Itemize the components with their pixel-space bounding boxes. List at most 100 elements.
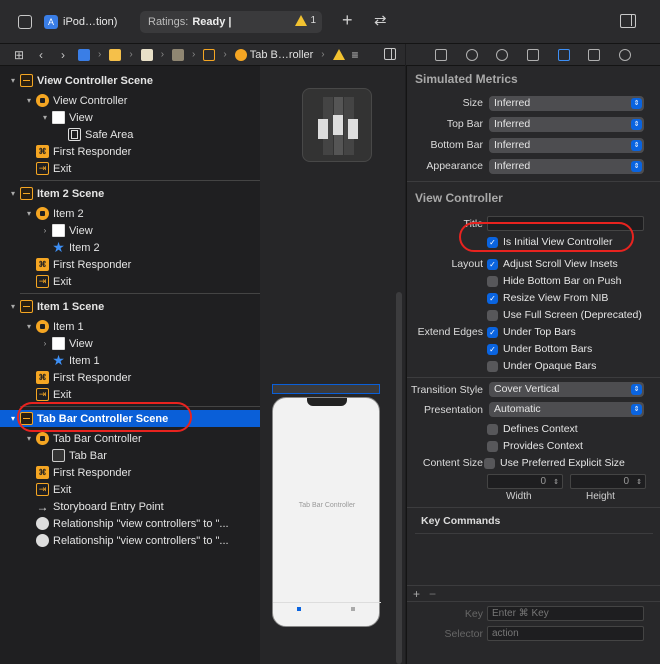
outline-row[interactable]: ⇥ Exit <box>0 160 260 177</box>
outline-row[interactable]: › View <box>0 335 260 352</box>
stepper-arrows-icon[interactable]: ⇕ <box>553 476 559 489</box>
disclosure-triangle-icon[interactable]: ▾ <box>24 434 34 443</box>
add-editor-icon[interactable] <box>384 48 396 60</box>
scene-icon[interactable] <box>203 48 216 61</box>
breadcrumb-label: Tab B…roller <box>249 48 314 61</box>
inspector-toggle-icon[interactable] <box>620 14 636 28</box>
under-bottom-bars-checkbox[interactable]: ✓ Under Bottom Bars <box>487 343 592 355</box>
breadcrumb-tab-bar-controller[interactable]: Tab B…roller <box>234 48 314 61</box>
outline-row[interactable]: ▾ View Controller Scene <box>0 72 260 89</box>
transition-style-select[interactable]: Cover Vertical ⇕ <box>489 382 644 397</box>
outline-row[interactable]: ▾ Item 2 Scene <box>0 185 260 202</box>
outline-row[interactable]: › View <box>0 222 260 239</box>
disclosure-triangle-icon[interactable]: ▾ <box>8 189 18 198</box>
outline-row-label: First Responder <box>53 466 132 479</box>
outline-row[interactable]: Safe Area <box>0 126 260 143</box>
history-inspector-icon[interactable] <box>465 48 478 61</box>
outline-row[interactable]: Relationship "view controllers" to "... <box>0 515 260 532</box>
scene-dock[interactable] <box>272 384 380 394</box>
outline-row[interactable]: ⌘ First Responder <box>0 464 260 481</box>
outline-row-label: First Responder <box>53 145 132 158</box>
disclosure-triangle-icon[interactable]: › <box>40 339 50 348</box>
scene-thumbnail[interactable] <box>302 88 372 162</box>
tab-item-1[interactable] <box>297 607 301 611</box>
help-inspector-icon[interactable] <box>496 48 509 61</box>
outline-row[interactable]: ▾ Item 2 <box>0 205 260 222</box>
tab-bar-controller-scene[interactable]: Tab Bar Controller <box>272 397 381 627</box>
stepper-arrows-icon[interactable]: ⇕ <box>636 476 642 489</box>
select-arrows-icon: ⇕ <box>631 140 642 151</box>
hide-bottom-bar-checkbox[interactable]: Hide Bottom Bar on Push <box>487 275 621 287</box>
outline-row[interactable]: ▾ View Controller <box>0 92 260 109</box>
outline-row[interactable]: Tab Bar <box>0 447 260 464</box>
under-top-bars-checkbox[interactable]: ✓ Under Top Bars <box>487 326 576 338</box>
key-field[interactable]: Enter ⌘ Key <box>487 606 644 621</box>
use-full-screen-checkbox[interactable]: Use Full Screen (Deprecated) <box>487 309 642 321</box>
back-button[interactable]: ‹ <box>34 48 48 62</box>
top-bar-select[interactable]: Inferred ⇕ <box>489 117 644 132</box>
editor-options-icon[interactable]: ≡ <box>348 48 362 62</box>
canvas-scrollbar[interactable] <box>396 292 402 664</box>
project-icon[interactable] <box>78 48 90 61</box>
storyboard-base-icon[interactable] <box>172 48 185 61</box>
connections-inspector-icon[interactable] <box>618 48 631 61</box>
tab-item-2[interactable] <box>351 607 355 611</box>
height-stepper[interactable]: 0 ⇕ <box>570 474 646 489</box>
file-inspector-icon[interactable] <box>435 48 448 61</box>
disclosure-triangle-icon[interactable]: ▾ <box>24 209 34 218</box>
storyboard-canvas[interactable]: Tab Bar Controller <box>260 66 405 664</box>
library-add-button[interactable]: + <box>342 10 353 31</box>
outline-row[interactable]: ⌘ First Responder <box>0 369 260 386</box>
outline-row-label: Item 1 <box>69 354 100 367</box>
outline-row[interactable]: ⇥ Exit <box>0 386 260 403</box>
outline-row[interactable]: ⌘ First Responder <box>0 143 260 160</box>
outline-row[interactable]: ⇥ Exit <box>0 273 260 290</box>
attributes-inspector-icon[interactable] <box>557 48 570 61</box>
disclosure-triangle-icon[interactable]: ▾ <box>24 96 34 105</box>
warning-badge[interactable]: 1 <box>295 15 316 26</box>
key-commands-list[interactable] <box>415 533 653 585</box>
outline-row[interactable]: ▾ Item 1 <box>0 318 260 335</box>
under-opaque-bars-checkbox[interactable]: Under Opaque Bars <box>487 360 596 372</box>
disclosure-triangle-icon[interactable]: › <box>40 226 50 235</box>
disclosure-triangle-icon[interactable]: ▾ <box>40 113 50 122</box>
disclosure-triangle-icon[interactable]: ▾ <box>24 322 34 331</box>
size-inspector-icon[interactable] <box>588 48 601 61</box>
tab-bar[interactable] <box>273 602 381 616</box>
outline-row[interactable]: ★ Item 1 <box>0 352 260 369</box>
provides-context-checkbox[interactable]: Provides Context <box>487 440 583 452</box>
remove-key-command-button[interactable]: − <box>429 587 436 601</box>
navigator-toggle-icon[interactable] <box>18 15 32 29</box>
outline-row[interactable]: ▾ View <box>0 109 260 126</box>
folder-icon[interactable] <box>109 48 122 61</box>
scene-icon <box>20 300 33 313</box>
disclosure-triangle-icon[interactable]: ▾ <box>8 76 18 85</box>
disclosure-triangle-icon[interactable]: ▾ <box>8 302 18 311</box>
storyboard-file-icon[interactable] <box>140 48 153 61</box>
appearance-select[interactable]: Inferred ⇕ <box>489 159 644 174</box>
use-preferred-size-checkbox[interactable]: Use Preferred Explicit Size <box>484 457 625 469</box>
adjust-scroll-insets-checkbox[interactable]: ✓ Adjust Scroll View Insets <box>487 258 618 270</box>
selector-field[interactable]: action <box>487 626 644 641</box>
outline-row[interactable]: ▾ Tab Bar Controller <box>0 430 260 447</box>
outline-row[interactable]: → Storyboard Entry Point <box>0 498 260 515</box>
defines-context-checkbox[interactable]: Defines Context <box>487 423 578 435</box>
outline-row[interactable]: ★ Item 2 <box>0 239 260 256</box>
identity-inspector-icon[interactable] <box>526 48 539 61</box>
scheme-selector[interactable]: A iPod…tion) <box>44 12 117 32</box>
code-review-icon[interactable]: ⇄ <box>374 11 387 29</box>
bottom-bar-select[interactable]: Inferred ⇕ <box>489 138 644 153</box>
width-stepper[interactable]: 0 ⇕ <box>487 474 563 489</box>
outline-row[interactable]: ▾ Item 1 Scene <box>0 298 260 315</box>
related-items-icon[interactable]: ⊞ <box>12 48 26 62</box>
forward-button[interactable]: › <box>56 48 70 62</box>
outline-row[interactable]: ⇥ Exit <box>0 481 260 498</box>
outline-row[interactable]: ⌘ First Responder <box>0 256 260 273</box>
resize-view-nib-checkbox[interactable]: ✓ Resize View From NIB <box>487 292 608 304</box>
outline-row[interactable]: Relationship "view controllers" to "... <box>0 532 260 549</box>
add-key-command-button[interactable]: + <box>413 587 420 601</box>
presentation-select[interactable]: Automatic ⇕ <box>489 402 644 417</box>
size-select[interactable]: Inferred ⇕ <box>489 96 644 111</box>
activity-status: Ratings: Ready | 1 <box>140 11 322 33</box>
warning-icon[interactable] <box>332 49 345 60</box>
